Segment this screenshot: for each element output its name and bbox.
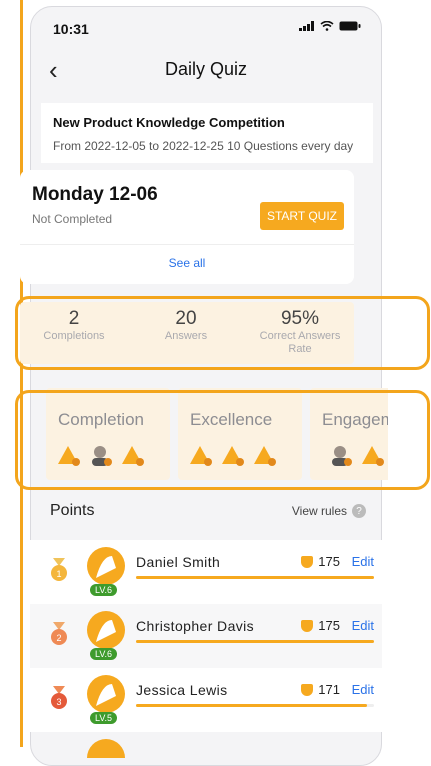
score-value: 171 [318, 682, 340, 697]
edit-button[interactable]: Edit [352, 682, 374, 697]
edit-button[interactable]: Edit [352, 554, 374, 569]
rank-medal-icon: 2 [51, 622, 67, 645]
status-icons [299, 21, 361, 31]
nav-bar: ‹ Daily Quiz [31, 51, 381, 95]
leaderboard-row[interactable]: 3 LV.5 Jessica Lewis 171 Edit [30, 668, 382, 732]
competition-info: New Product Knowledge Competition From 2… [41, 103, 373, 163]
leaderboard-row[interactable]: 1 LV.6 Daniel Smith 175 Edit [30, 540, 382, 604]
progress-bar [136, 640, 374, 643]
today-status: Not Completed [32, 212, 113, 226]
points-header: Points View rules ? [30, 498, 382, 530]
level-badge: LV.5 [90, 712, 118, 724]
today-card: Monday 12-06 Not Completed START QUIZ Se… [20, 170, 354, 284]
level-badge: LV.6 [90, 648, 118, 660]
competition-title: New Product Knowledge Competition [53, 115, 285, 130]
today-day: Monday 12-06 [32, 184, 158, 205]
edit-button[interactable]: Edit [352, 618, 374, 633]
user-name: Jessica Lewis [136, 682, 228, 698]
status-time: 10:31 [53, 21, 89, 37]
competition-dates: From 2022-12-05 to 2022-12-25 10 Questio… [53, 139, 354, 153]
status-bar: 10:31 [31, 7, 381, 43]
user-avatar-icon [87, 675, 125, 713]
signal-icon [299, 21, 314, 31]
user-name: Christopher Davis [136, 618, 255, 634]
score-value: 175 [318, 618, 340, 633]
progress-fill [136, 704, 367, 707]
points-section: Points View rules ? 1 LV.6 Daniel Smith … [30, 498, 382, 758]
rank-number: 3 [56, 697, 61, 707]
rank-number: 1 [56, 569, 61, 579]
progress-bar [136, 576, 374, 579]
progress-fill [136, 640, 374, 643]
annotation-line [20, 0, 23, 747]
highlight-frame-stats [15, 296, 430, 370]
points-shield-icon [301, 683, 314, 696]
highlight-frame-badges [15, 390, 430, 490]
progress-fill [136, 576, 374, 579]
user-avatar-icon [87, 739, 125, 758]
user-avatar-icon [87, 547, 125, 585]
user-avatar-icon [87, 611, 125, 649]
see-all-link[interactable]: See all [20, 256, 354, 270]
leaderboard-row[interactable]: 2 LV.6 Christopher Davis 175 Edit [30, 604, 382, 668]
rank-medal-icon: 1 [51, 558, 67, 581]
rank-medal-icon: 3 [51, 686, 67, 709]
user-score: 175 [301, 618, 340, 633]
view-rules-link[interactable]: View rules ? [292, 504, 366, 518]
user-name: Daniel Smith [136, 554, 221, 570]
points-title: Points [50, 502, 95, 519]
help-icon: ? [352, 504, 366, 518]
score-value: 175 [318, 554, 340, 569]
progress-bar [136, 704, 374, 707]
battery-icon [339, 21, 361, 31]
points-shield-icon [301, 619, 314, 632]
points-shield-icon [301, 555, 314, 568]
view-rules-label: View rules [291, 504, 347, 518]
page-title: Daily Quiz [164, 59, 248, 79]
level-badge: LV.6 [90, 584, 118, 596]
user-score: 175 [301, 554, 340, 569]
divider [20, 244, 354, 245]
wifi-icon [320, 21, 334, 31]
rank-number: 2 [56, 633, 61, 643]
user-score: 171 [301, 682, 340, 697]
start-quiz-button[interactable]: START QUIZ [260, 202, 344, 230]
